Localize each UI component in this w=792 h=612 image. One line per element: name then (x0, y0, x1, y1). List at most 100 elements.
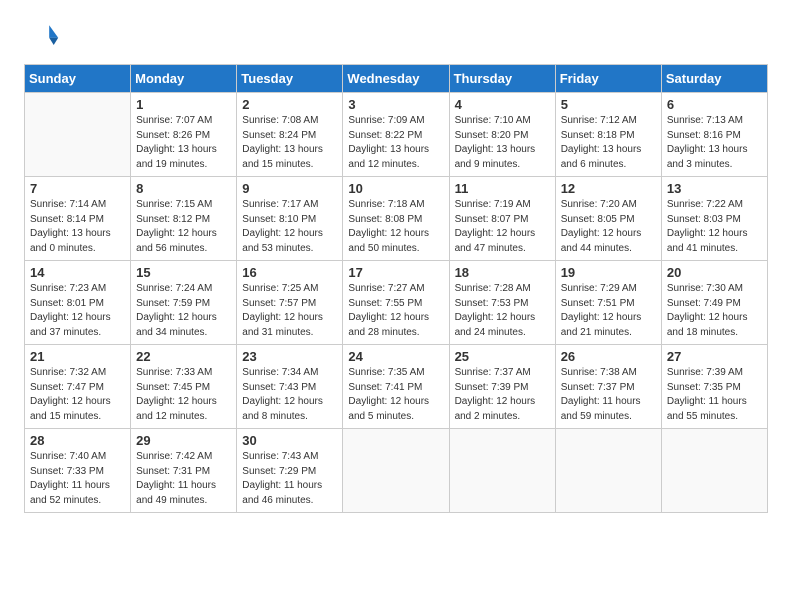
day-info: Sunrise: 7:35 AMSunset: 7:41 PMDaylight:… (348, 366, 443, 424)
calendar-cell (661, 429, 767, 513)
logo-icon (24, 18, 60, 54)
calendar-cell: 18 Sunrise: 7:28 AMSunset: 7:53 PMDayligh… (449, 261, 555, 345)
day-info: Sunrise: 7:25 AMSunset: 7:57 PMDaylight:… (242, 282, 337, 340)
calendar-cell: 12 Sunrise: 7:20 AMSunset: 8:05 PMDayligh… (555, 177, 661, 261)
day-number: 5 (561, 97, 656, 112)
day-info: Sunrise: 7:13 AMSunset: 8:16 PMDaylight:… (667, 114, 762, 172)
calendar-cell: 7Sunrise: 7:14 AMSunset: 8:14 PMDaylight… (25, 177, 131, 261)
calendar-cell: 1 Sunrise: 7:07 AMSunset: 8:26 PMDaylight… (131, 93, 237, 177)
day-info: Sunrise: 7:42 AMSunset: 7:31 PMDaylight:… (136, 450, 231, 508)
calendar-cell: 26 Sunrise: 7:38 AMSunset: 7:37 PMDayligh… (555, 345, 661, 429)
day-number: 13 (667, 181, 762, 196)
calendar-cell: 6Sunrise: 7:13 AMSunset: 8:16 PMDaylight… (661, 93, 767, 177)
calendar-cell: 4 Sunrise: 7:10 AMSunset: 8:20 PMDaylight… (449, 93, 555, 177)
day-number: 14 (30, 265, 125, 280)
calendar-cell: 2 Sunrise: 7:08 AMSunset: 8:24 PMDaylight… (237, 93, 343, 177)
day-info: Sunrise: 7:17 AMSunset: 8:10 PMDaylight:… (242, 198, 337, 256)
day-number: 29 (136, 433, 231, 448)
calendar-cell: 8Sunrise: 7:15 AMSunset: 8:12 PMDaylight… (131, 177, 237, 261)
day-info: Sunrise: 7:30 AMSunset: 7:49 PMDaylight:… (667, 282, 762, 340)
day-info: Sunrise: 7:27 AMSunset: 7:55 PMDaylight:… (348, 282, 443, 340)
day-number: 30 (242, 433, 337, 448)
day-info: Sunrise: 7:19 AMSunset: 8:07 PMDaylight:… (455, 198, 550, 256)
day-info: Sunrise: 7:28 AMSunset: 7:53 PMDaylight:… (455, 282, 550, 340)
header-day: Wednesday (343, 65, 449, 93)
calendar-cell: 24Sunrise: 7:35 AMSunset: 7:41 PMDayligh… (343, 345, 449, 429)
day-number: 3 (348, 97, 443, 112)
calendar-table: SundayMondayTuesdayWednesdayThursdayFrid… (24, 64, 768, 513)
day-number: 10 (348, 181, 443, 196)
day-number: 18 (455, 265, 550, 280)
day-info: Sunrise: 7:23 AMSunset: 8:01 PMDaylight:… (30, 282, 125, 340)
day-number: 16 (242, 265, 337, 280)
day-number: 19 (561, 265, 656, 280)
calendar-cell: 3 Sunrise: 7:09 AMSunset: 8:22 PMDaylight… (343, 93, 449, 177)
header-day: Saturday (661, 65, 767, 93)
day-info: Sunrise: 7:09 AMSunset: 8:22 PMDaylight:… (348, 114, 443, 172)
day-info: Sunrise: 7:08 AMSunset: 8:24 PMDaylight:… (242, 114, 337, 172)
calendar-cell: 5 Sunrise: 7:12 AMSunset: 8:18 PMDaylight… (555, 93, 661, 177)
calendar-cell: 19 Sunrise: 7:29 AMSunset: 7:51 PMDayligh… (555, 261, 661, 345)
day-info: Sunrise: 7:40 AMSunset: 7:33 PMDaylight:… (30, 450, 125, 508)
day-number: 7 (30, 181, 125, 196)
calendar-cell: 13 Sunrise: 7:22 AMSunset: 8:03 PMDayligh… (661, 177, 767, 261)
day-info: Sunrise: 7:10 AMSunset: 8:20 PMDaylight:… (455, 114, 550, 172)
calendar-cell: 25 Sunrise: 7:37 AMSunset: 7:39 PMDayligh… (449, 345, 555, 429)
day-info: Sunrise: 7:43 AMSunset: 7:29 PMDaylight:… (242, 450, 337, 508)
calendar-cell: 29 Sunrise: 7:42 AMSunset: 7:31 PMDayligh… (131, 429, 237, 513)
calendar-week-row: 21Sunrise: 7:32 AMSunset: 7:47 PMDayligh… (25, 345, 768, 429)
day-number: 22 (136, 349, 231, 364)
day-info: Sunrise: 7:39 AMSunset: 7:35 PMDaylight:… (667, 366, 762, 424)
calendar-week-row: 28 Sunrise: 7:40 AMSunset: 7:33 PMDayligh… (25, 429, 768, 513)
day-info: Sunrise: 7:22 AMSunset: 8:03 PMDaylight:… (667, 198, 762, 256)
day-number: 11 (455, 181, 550, 196)
day-number: 1 (136, 97, 231, 112)
header-day: Friday (555, 65, 661, 93)
calendar-body: 1 Sunrise: 7:07 AMSunset: 8:26 PMDaylight… (25, 93, 768, 513)
day-info: Sunrise: 7:33 AMSunset: 7:45 PMDaylight:… (136, 366, 231, 424)
day-info: Sunrise: 7:32 AMSunset: 7:47 PMDaylight:… (30, 366, 125, 424)
calendar-cell (343, 429, 449, 513)
day-info: Sunrise: 7:15 AMSunset: 8:12 PMDaylight:… (136, 198, 231, 256)
day-number: 23 (242, 349, 337, 364)
day-info: Sunrise: 7:18 AMSunset: 8:08 PMDaylight:… (348, 198, 443, 256)
day-number: 28 (30, 433, 125, 448)
calendar-cell (25, 93, 131, 177)
calendar-cell (555, 429, 661, 513)
day-number: 15 (136, 265, 231, 280)
header-day: Monday (131, 65, 237, 93)
day-info: Sunrise: 7:24 AMSunset: 7:59 PMDaylight:… (136, 282, 231, 340)
calendar-cell: 22 Sunrise: 7:33 AMSunset: 7:45 PMDayligh… (131, 345, 237, 429)
calendar-cell: 16 Sunrise: 7:25 AMSunset: 7:57 PMDayligh… (237, 261, 343, 345)
day-info: Sunrise: 7:12 AMSunset: 8:18 PMDaylight:… (561, 114, 656, 172)
day-number: 2 (242, 97, 337, 112)
calendar-week-row: 7Sunrise: 7:14 AMSunset: 8:14 PMDaylight… (25, 177, 768, 261)
calendar-header: SundayMondayTuesdayWednesdayThursdayFrid… (25, 65, 768, 93)
header-row: SundayMondayTuesdayWednesdayThursdayFrid… (25, 65, 768, 93)
day-info: Sunrise: 7:07 AMSunset: 8:26 PMDaylight:… (136, 114, 231, 172)
header-day: Tuesday (237, 65, 343, 93)
calendar-cell: 28 Sunrise: 7:40 AMSunset: 7:33 PMDayligh… (25, 429, 131, 513)
day-info: Sunrise: 7:20 AMSunset: 8:05 PMDaylight:… (561, 198, 656, 256)
page: SundayMondayTuesdayWednesdayThursdayFrid… (0, 0, 792, 612)
day-info: Sunrise: 7:37 AMSunset: 7:39 PMDaylight:… (455, 366, 550, 424)
calendar-cell: 10 Sunrise: 7:18 AMSunset: 8:08 PMDayligh… (343, 177, 449, 261)
header (24, 18, 768, 54)
calendar-cell (449, 429, 555, 513)
calendar-week-row: 14 Sunrise: 7:23 AMSunset: 8:01 PMDayligh… (25, 261, 768, 345)
calendar-cell: 23Sunrise: 7:34 AMSunset: 7:43 PMDayligh… (237, 345, 343, 429)
calendar-week-row: 1 Sunrise: 7:07 AMSunset: 8:26 PMDaylight… (25, 93, 768, 177)
day-info: Sunrise: 7:29 AMSunset: 7:51 PMDaylight:… (561, 282, 656, 340)
day-info: Sunrise: 7:38 AMSunset: 7:37 PMDaylight:… (561, 366, 656, 424)
header-day: Thursday (449, 65, 555, 93)
day-number: 25 (455, 349, 550, 364)
logo (24, 18, 64, 54)
calendar-cell: 14 Sunrise: 7:23 AMSunset: 8:01 PMDayligh… (25, 261, 131, 345)
day-number: 4 (455, 97, 550, 112)
calendar-cell: 15 Sunrise: 7:24 AMSunset: 7:59 PMDayligh… (131, 261, 237, 345)
day-number: 26 (561, 349, 656, 364)
calendar-cell: 27Sunrise: 7:39 AMSunset: 7:35 PMDayligh… (661, 345, 767, 429)
day-number: 12 (561, 181, 656, 196)
calendar-cell: 21Sunrise: 7:32 AMSunset: 7:47 PMDayligh… (25, 345, 131, 429)
day-number: 17 (348, 265, 443, 280)
